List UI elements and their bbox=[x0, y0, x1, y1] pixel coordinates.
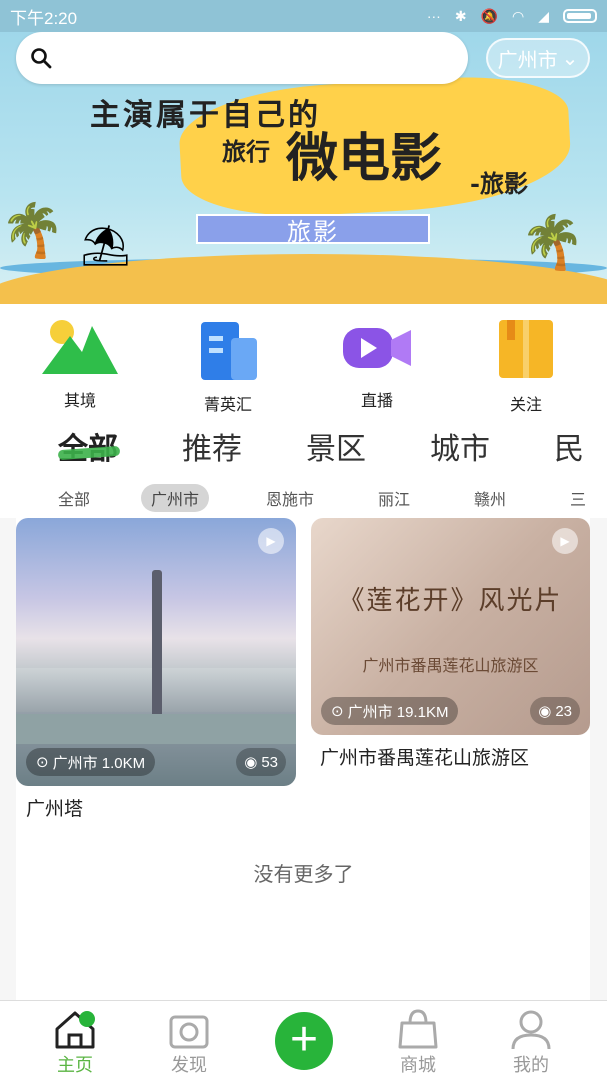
search-bar[interactable] bbox=[16, 32, 468, 84]
subtab-enshi[interactable]: 恩施市 bbox=[256, 484, 324, 512]
umbrella-icon: ⛱ bbox=[80, 224, 131, 268]
video-camera-icon bbox=[343, 328, 411, 368]
nav-profile[interactable]: 我的 bbox=[491, 1007, 571, 1077]
banner-tag: 旅影 bbox=[196, 214, 430, 246]
mountain-icon bbox=[42, 320, 118, 374]
signal-dots-icon: ··· bbox=[426, 8, 441, 24]
home-icon bbox=[55, 1011, 95, 1049]
views-count: 53 bbox=[261, 753, 278, 771]
no-more-text: 没有更多了 bbox=[253, 864, 354, 886]
chevron-down-icon: ⌄ bbox=[561, 47, 579, 70]
quick-entry-label: 关注 bbox=[509, 397, 542, 414]
card-overlay-subtitle: 广州市番禺莲花山旅游区 bbox=[362, 656, 539, 675]
play-icon: ▶ bbox=[552, 528, 578, 554]
video-card-lianhuashan[interactable]: 《莲花开》风光片 广州市番禺莲花山旅游区 ▶ ⊙ 广州市 19.1KM ◉ 23 bbox=[311, 518, 590, 735]
eye-icon: ◉ bbox=[538, 703, 552, 720]
banner-line2: 旅行 bbox=[222, 137, 270, 166]
tower-image bbox=[152, 570, 162, 720]
search-icon bbox=[31, 48, 52, 69]
card-title[interactable]: 广州塔 bbox=[26, 794, 83, 821]
status-icons: ··· ✱ 🔕 ◠ ◢ bbox=[427, 8, 597, 25]
location-text: 广州市 19.1KM bbox=[347, 703, 449, 721]
location-text: 广州市 1.0KM bbox=[52, 754, 146, 772]
nav-home[interactable]: 主页 bbox=[35, 1007, 115, 1077]
tab-folk[interactable]: 民 bbox=[554, 424, 584, 468]
nav-label: 发现 bbox=[171, 1055, 207, 1075]
location-pin-icon: ⊙ bbox=[331, 703, 344, 720]
search-input[interactable] bbox=[62, 46, 446, 70]
camera-icon bbox=[169, 1015, 209, 1049]
signal-icon: ◢ bbox=[538, 7, 549, 24]
location-badge: ⊙ 广州市 19.1KM bbox=[321, 697, 459, 725]
quick-entry-follow[interactable]: 关注 bbox=[476, 316, 576, 415]
location-badge: ⊙ 广州市 1.0KM bbox=[26, 748, 156, 776]
quick-entries: 其境 菁英汇 直播 关注 bbox=[0, 304, 607, 414]
palm-tree-icon: 🌴 bbox=[520, 214, 585, 272]
tab-recommend[interactable]: 推荐 bbox=[182, 424, 242, 468]
user-icon bbox=[511, 1010, 551, 1050]
tab-city[interactable]: 城市 bbox=[430, 424, 490, 468]
video-card-canton-tower[interactable]: ▶ ⊙ 广州市 1.0KM ◉ 53 bbox=[16, 518, 296, 786]
city-selector-label: 广州市 bbox=[497, 49, 558, 72]
subtab-lijiang[interactable]: 丽江 bbox=[368, 484, 420, 512]
wifi-icon: ◠ bbox=[512, 7, 525, 24]
book-icon bbox=[499, 320, 553, 378]
nav-label: 主页 bbox=[57, 1055, 93, 1075]
views-badge: ◉ 53 bbox=[236, 748, 286, 776]
create-button[interactable]: + bbox=[275, 1012, 333, 1070]
mute-icon: 🔕 bbox=[480, 7, 498, 24]
views-count: 23 bbox=[555, 702, 572, 720]
palm-tree-icon: 🌴 bbox=[0, 202, 65, 260]
nav-discover[interactable]: 发现 bbox=[149, 1007, 229, 1077]
tab-scenic[interactable]: 景区 bbox=[306, 424, 366, 468]
card-title[interactable]: 广州市番禺莲花山旅游区 bbox=[320, 743, 529, 770]
banner-line4: -旅影 bbox=[470, 169, 528, 198]
buildings-icon bbox=[201, 322, 257, 380]
river-image bbox=[16, 714, 296, 744]
subtab-more[interactable]: 三 bbox=[560, 484, 596, 512]
eye-icon: ◉ bbox=[244, 754, 258, 771]
quick-entry-qijing[interactable]: 其境 bbox=[30, 316, 130, 411]
play-icon: ▶ bbox=[258, 528, 284, 554]
status-bar: 下午2:20 ··· ✱ 🔕 ◠ ◢ bbox=[0, 0, 607, 32]
nav-label: 我的 bbox=[513, 1055, 549, 1075]
status-time: 下午2:20 bbox=[10, 8, 78, 28]
quick-entry-jingyinghui[interactable]: 菁英汇 bbox=[178, 316, 278, 415]
category-tabs: 全部 推荐 景区 城市 民 bbox=[0, 414, 607, 478]
city-filter-tabs: 全部 广州市 恩施市 丽江 赣州 三 bbox=[0, 478, 607, 518]
subtab-guangzhou[interactable]: 广州市 bbox=[141, 484, 210, 512]
nav-mall[interactable]: 商城 bbox=[378, 1007, 458, 1077]
subtab-all[interactable]: 全部 bbox=[48, 484, 100, 512]
quick-entry-label: 菁英汇 bbox=[203, 397, 252, 414]
card-overlay-title: 《莲花开》风光片 bbox=[338, 586, 563, 616]
bluetooth-icon: ✱ bbox=[454, 7, 467, 24]
views-badge: ◉ 23 bbox=[530, 697, 580, 725]
quick-entry-live[interactable]: 直播 bbox=[327, 316, 427, 411]
shopping-bag-icon bbox=[398, 1009, 438, 1049]
quick-entry-label: 直播 bbox=[360, 393, 393, 410]
nav-label: 商城 bbox=[400, 1055, 436, 1075]
battery-icon bbox=[563, 9, 597, 23]
city-selector[interactable]: 广州市 ⌄ bbox=[486, 38, 590, 78]
location-pin-icon: ⊙ bbox=[36, 754, 49, 771]
subtab-ganzhou[interactable]: 赣州 bbox=[464, 484, 516, 512]
quick-entry-label: 其境 bbox=[63, 393, 96, 410]
banner-line3: 微电影 bbox=[286, 128, 443, 189]
plus-icon: + bbox=[289, 1013, 319, 1066]
